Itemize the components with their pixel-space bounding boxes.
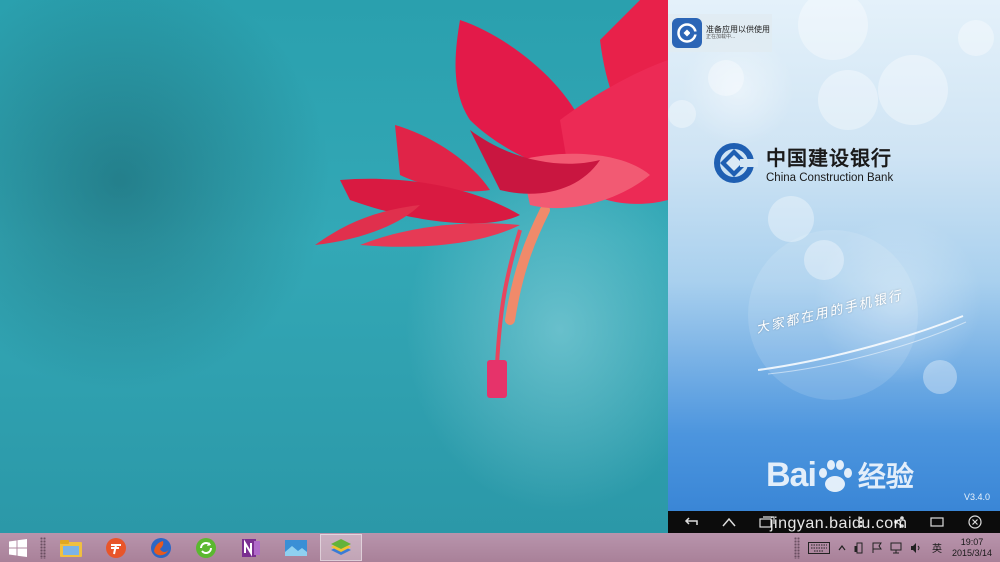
paw-icon	[818, 460, 852, 492]
windows-logo-icon	[9, 538, 27, 557]
bokeh	[878, 55, 948, 125]
watermark-brand-cn: 经验	[857, 461, 914, 492]
bluestacks-icon[interactable]	[320, 534, 362, 561]
home-icon[interactable]	[710, 511, 748, 533]
taskbar: 英 19:07 2015/3/14	[0, 533, 1000, 562]
ime-indicator[interactable]: 英	[932, 540, 942, 555]
baidu-jingyan-watermark: Bai 经验	[766, 455, 914, 495]
start-button[interactable]	[0, 533, 36, 562]
clock-date: 2015/3/14	[951, 547, 992, 558]
device-icon[interactable]	[854, 542, 864, 554]
xunlei-icon[interactable]	[95, 534, 137, 561]
taskbar-grip	[40, 536, 46, 559]
network-icon[interactable]	[890, 542, 902, 554]
brand-name-en: China Construction Bank	[766, 172, 894, 184]
install-notification: 准备应用以供使用 正在加载中...	[668, 14, 772, 52]
flag-icon[interactable]	[872, 542, 882, 554]
system-tray: 英 19:07 2015/3/14	[790, 533, 1000, 562]
bokeh	[708, 60, 744, 96]
clock-time: 19:07	[960, 537, 984, 548]
bokeh	[668, 100, 696, 128]
firefox-icon[interactable]	[140, 534, 182, 561]
ccb-brand: 中国建设银行 China Construction Bank	[714, 142, 893, 184]
volume-icon[interactable]	[910, 542, 922, 554]
ccb-splash-screen: 准备应用以供使用 正在加载中... 中国建设银行 China Construct…	[668, 0, 1000, 511]
file-explorer-icon[interactable]	[50, 534, 92, 561]
keyboard-icon[interactable]	[807, 541, 830, 554]
screen-icon[interactable]	[918, 511, 956, 533]
bokeh	[958, 20, 994, 56]
close-icon[interactable]	[956, 511, 994, 533]
app-version: V3.4.0	[963, 492, 990, 502]
photo-icon[interactable]	[275, 534, 317, 561]
clock[interactable]: 19:07 2015/3/14	[952, 537, 992, 558]
ccb-logo-icon	[714, 143, 758, 183]
android-emulator-window[interactable]: 准备应用以供使用 正在加载中... 中国建设银行 China Construct…	[668, 0, 1000, 533]
onenote-icon[interactable]	[230, 534, 272, 561]
flower-image	[315, 0, 668, 398]
tray-grip	[793, 536, 800, 559]
watermark-brand: Bai	[766, 456, 817, 494]
ccb-notification-icon	[672, 18, 702, 48]
bokeh	[798, 0, 868, 60]
show-hidden-icons-icon[interactable]	[838, 544, 846, 551]
bokeh	[818, 70, 878, 130]
brand-name-cn: 中国建设银行	[766, 148, 892, 170]
notification-subtitle: 正在加载中...	[706, 33, 736, 40]
back-icon[interactable]	[672, 511, 710, 533]
green-refresh-icon[interactable]	[185, 534, 227, 561]
watermark-url: jingyan.baidu.com	[770, 515, 908, 532]
desktop-wallpaper	[0, 0, 668, 533]
